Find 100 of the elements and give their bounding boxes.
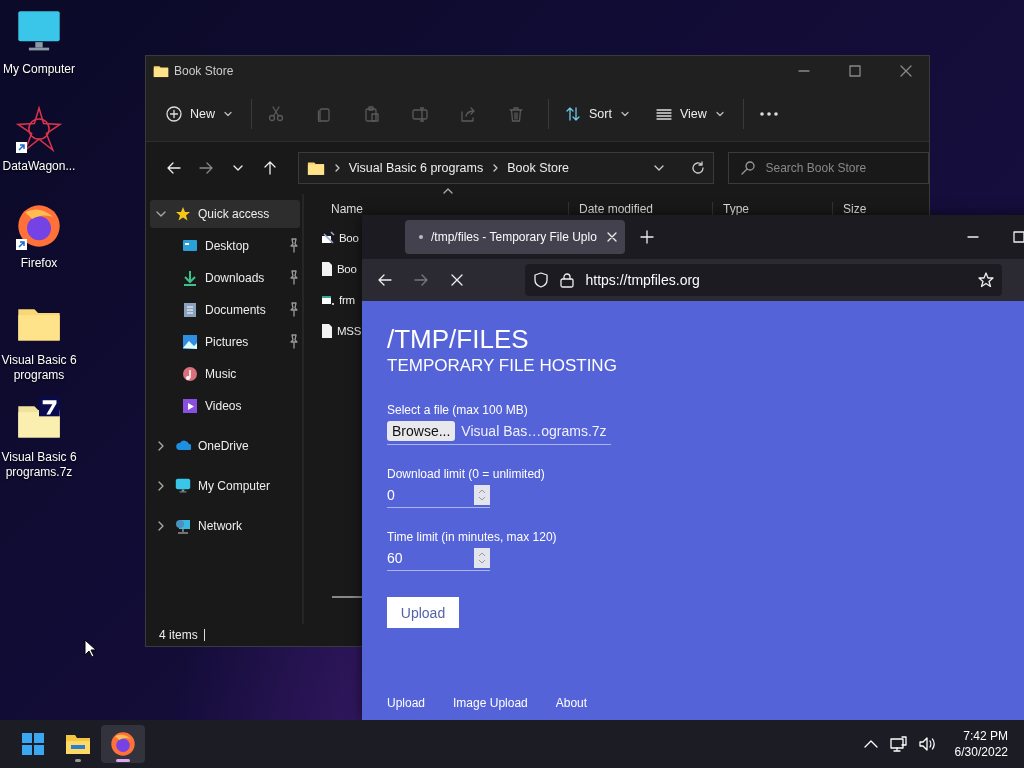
network-status-icon bbox=[889, 736, 907, 752]
url-field[interactable]: https://tmpfiles.org bbox=[525, 264, 1002, 296]
back-arrow-icon bbox=[376, 272, 393, 288]
folder-icon bbox=[65, 732, 91, 756]
start-icon bbox=[22, 733, 44, 755]
file-icon bbox=[321, 260, 333, 277]
close-icon bbox=[607, 232, 617, 242]
stop-icon bbox=[449, 273, 464, 287]
column-header[interactable]: Size bbox=[833, 202, 911, 216]
network-button[interactable] bbox=[889, 736, 907, 752]
site-heading: /TMP/FILES bbox=[387, 323, 530, 355]
volume-button[interactable] bbox=[918, 736, 935, 752]
footer-link[interactable]: About bbox=[555, 696, 588, 710]
maximize-icon bbox=[849, 65, 861, 77]
form-file-icon bbox=[321, 293, 335, 306]
forward-arrow-icon bbox=[197, 160, 214, 176]
sidebar-item[interactable]: OneDrive bbox=[150, 432, 300, 460]
sort-button[interactable]: Sort bbox=[557, 95, 638, 132]
browser-tab[interactable]: /tmp/files - Temporary File Uplo bbox=[405, 220, 625, 254]
number-field[interactable]: 60 bbox=[387, 548, 490, 571]
music-icon bbox=[182, 366, 198, 382]
setup-file-icon bbox=[321, 230, 335, 245]
sidebar-item[interactable]: Videos bbox=[150, 392, 300, 420]
site-subheading: TEMPORARY FILE HOSTING bbox=[387, 355, 618, 377]
document-icon bbox=[182, 302, 198, 318]
clock-time[interactable]: 7:42 PM bbox=[963, 728, 1008, 744]
paste-icon bbox=[364, 105, 380, 122]
file-name[interactable]: frm bbox=[339, 293, 355, 306]
sort-icon bbox=[565, 105, 581, 122]
shield-icon bbox=[533, 272, 550, 288]
browser-taskbar-button[interactable] bbox=[101, 725, 145, 763]
scissors-icon bbox=[268, 105, 284, 122]
sidebar-item[interactable]: Desktop bbox=[150, 232, 300, 260]
new-button[interactable]: New bbox=[158, 95, 241, 132]
upload-button[interactable]: Upload bbox=[387, 597, 459, 628]
footer-link[interactable]: Image Upload bbox=[453, 696, 528, 710]
number-field[interactable]: 0 bbox=[387, 485, 490, 508]
star-icon bbox=[175, 206, 191, 222]
breadcrumb-item[interactable]: Book Store bbox=[507, 161, 570, 175]
desktop-icon-label[interactable]: My Computer bbox=[1, 62, 77, 77]
desktop-icon-label[interactable]: DataWagon... bbox=[1, 159, 77, 174]
plus-circle-icon bbox=[166, 105, 182, 122]
footer-link[interactable]: Upload bbox=[387, 696, 426, 710]
download-icon bbox=[182, 270, 198, 286]
copy-icon bbox=[316, 105, 332, 122]
picture-icon bbox=[182, 334, 198, 350]
file-name[interactable]: Boo bbox=[339, 231, 359, 244]
show-hidden-icons-button[interactable] bbox=[863, 739, 878, 749]
desktop-icon-label[interactable]: Firefox bbox=[1, 256, 77, 271]
field-label: Time limit (in minutes, max 120) bbox=[387, 530, 558, 544]
sidebar-item[interactable]: Music bbox=[150, 360, 300, 388]
chevron-right-icon bbox=[491, 163, 500, 173]
file-field[interactable]: Browse... Visual Bas…ograms.7z bbox=[387, 421, 611, 445]
star-burst-icon bbox=[16, 106, 62, 152]
sidebar-item[interactable]: Quick access bbox=[150, 200, 300, 228]
browse-button[interactable]: Browse... bbox=[387, 421, 456, 441]
view-button[interactable]: View bbox=[647, 95, 733, 132]
sidebar-item[interactable]: Pictures bbox=[150, 328, 300, 356]
lock-icon bbox=[559, 272, 576, 288]
desktop-icon-label[interactable]: Visual Basic 6 programs.7z bbox=[1, 450, 77, 480]
sort-caret-icon bbox=[443, 188, 453, 194]
refresh-icon bbox=[691, 161, 706, 175]
plus-icon bbox=[640, 230, 654, 244]
rename-icon bbox=[412, 105, 428, 122]
spinner-icon bbox=[474, 485, 490, 505]
file-name[interactable]: Boo bbox=[337, 262, 357, 275]
video-icon bbox=[182, 398, 198, 414]
file-icon bbox=[321, 322, 333, 339]
desktop-icon-label[interactable]: Visual Basic 6 programs bbox=[1, 353, 77, 383]
forward-arrow-icon bbox=[412, 272, 429, 288]
sidebar-item[interactable]: Network bbox=[150, 512, 300, 540]
mouse-pointer-icon bbox=[84, 639, 96, 658]
browser-icon bbox=[110, 731, 136, 757]
clock-date[interactable]: 6/30/2022 bbox=[954, 744, 1008, 760]
search-field[interactable]: Search Book Store bbox=[728, 152, 929, 184]
file-name[interactable]: MSS bbox=[337, 324, 362, 337]
window-title: Book Store bbox=[174, 64, 235, 78]
bookmark-star-icon bbox=[978, 272, 994, 288]
spinner-icon bbox=[474, 548, 490, 568]
sidebar-item[interactable]: Documents bbox=[150, 296, 300, 324]
sidebar-item[interactable]: Downloads bbox=[150, 264, 300, 292]
share-icon bbox=[460, 105, 476, 122]
chevron-up-icon bbox=[863, 739, 878, 749]
network-icon bbox=[175, 518, 191, 534]
address-bar[interactable]: Visual Basic 6 programs Book Store bbox=[297, 152, 715, 184]
desktop-icon bbox=[182, 238, 198, 254]
trash-icon bbox=[508, 105, 524, 122]
back-arrow-icon bbox=[165, 160, 182, 176]
browser-icon bbox=[16, 203, 62, 249]
speaker-icon bbox=[918, 736, 935, 752]
field-label: Select a file (max 100 MB) bbox=[387, 403, 529, 417]
field-label: Download limit (0 = unlimited) bbox=[387, 467, 546, 481]
maximize-icon bbox=[1013, 231, 1024, 243]
folder-icon bbox=[153, 63, 169, 79]
monitor-icon bbox=[175, 478, 191, 494]
sidebar-item[interactable]: My Computer bbox=[150, 472, 300, 500]
search-icon bbox=[741, 161, 756, 175]
status-text: 4 items bbox=[159, 628, 198, 642]
more-icon bbox=[759, 111, 778, 116]
breadcrumb-item[interactable]: Visual Basic 6 programs bbox=[348, 161, 484, 175]
